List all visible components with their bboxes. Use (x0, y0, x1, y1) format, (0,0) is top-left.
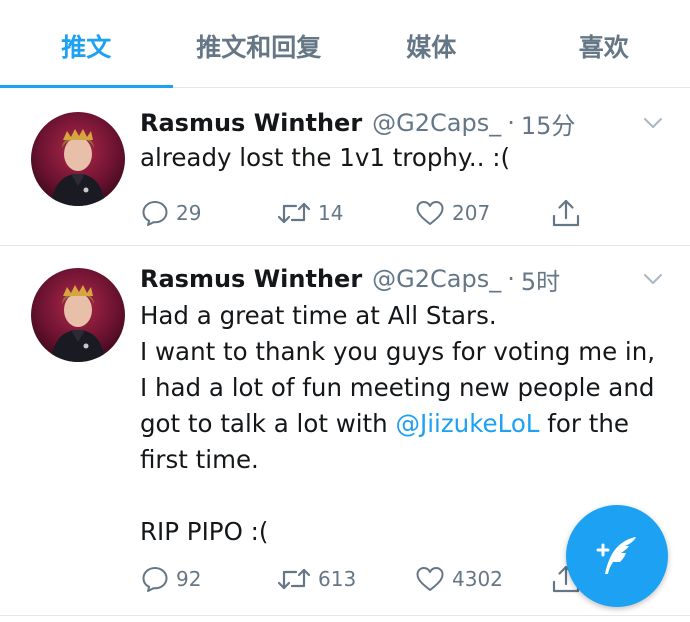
timestamp[interactable]: 5时 (521, 262, 560, 297)
user-handle[interactable]: @G2Caps_ (372, 109, 501, 137)
tweet-text-line: got to talk a lot with @JiizukeLoL for t… (140, 406, 670, 442)
reply-count: 29 (176, 201, 202, 225)
tab-tweets-and-replies[interactable]: 推文和回复 (173, 0, 346, 87)
like-button[interactable]: 207 (414, 196, 490, 230)
caret-down-icon[interactable] (642, 268, 664, 290)
tweet-text-gap (140, 478, 670, 514)
tweet-header: Rasmus Winther @G2Caps_ · 15分 (140, 106, 630, 140)
tweet-text-line: already lost the 1v1 trophy.. :( (140, 143, 511, 172)
tweet-text-segment: got to talk a lot with (140, 409, 396, 438)
like-icon (416, 567, 444, 591)
avatar[interactable] (31, 268, 125, 362)
retweet-button[interactable]: 14 (276, 196, 343, 230)
tab-tweets[interactable]: 推文 (0, 0, 173, 88)
like-count: 207 (452, 201, 491, 225)
tab-media[interactable]: 媒体 (345, 0, 518, 87)
timestamp[interactable]: 15分 (521, 106, 576, 141)
retweet-icon (277, 202, 311, 224)
display-name[interactable]: Rasmus Winther (140, 265, 362, 293)
retweet-count: 14 (318, 201, 344, 225)
compose-button[interactable] (566, 505, 668, 607)
caret-down-icon[interactable] (642, 112, 664, 134)
compose-icon (596, 537, 636, 574)
reply-icon (142, 201, 168, 226)
tweet-text-line: Had a great time at All Stars. (140, 301, 497, 330)
tweet-text-line: I want to thank you guys for voting me i… (140, 337, 656, 366)
tweet-text-line: first time. (140, 445, 259, 474)
like-count: 4302 (452, 567, 503, 591)
tweet-text: already lost the 1v1 trophy.. :( (140, 140, 670, 176)
tweet-actions: 29 14 207 (140, 196, 600, 230)
like-icon (416, 201, 444, 225)
share-icon (552, 199, 580, 227)
user-handle[interactable]: @G2Caps_ (372, 265, 501, 293)
like-button[interactable]: 4302 (414, 562, 503, 596)
reply-button[interactable]: 92 (140, 562, 201, 596)
avatar[interactable] (31, 112, 125, 206)
share-button[interactable] (550, 196, 582, 230)
retweet-button[interactable]: 613 (276, 562, 356, 596)
retweet-icon (277, 568, 311, 590)
reply-button[interactable]: 29 (140, 196, 201, 230)
reply-icon (142, 567, 168, 592)
tweet[interactable]: Rasmus Winther @G2Caps_ · 15分 already lo… (0, 88, 690, 246)
separator-dot: · (507, 265, 515, 293)
mention-link[interactable]: @JiizukeLoL (395, 409, 539, 438)
tweet-text-segment: for the (539, 409, 629, 438)
display-name[interactable]: Rasmus Winther (140, 109, 362, 137)
tweet-text-line: I had a lot of fun meeting new people an… (140, 373, 655, 402)
reply-count: 92 (176, 567, 202, 591)
retweet-count: 613 (318, 567, 357, 591)
separator-dot: · (507, 109, 515, 137)
tab-likes[interactable]: 喜欢 (518, 0, 690, 87)
tweet-actions: 92 613 4302 (140, 562, 600, 596)
tweet-header: Rasmus Winther @G2Caps_ · 5时 (140, 262, 630, 296)
profile-tabs: 推文 推文和回复 媒体 喜欢 (0, 0, 690, 88)
